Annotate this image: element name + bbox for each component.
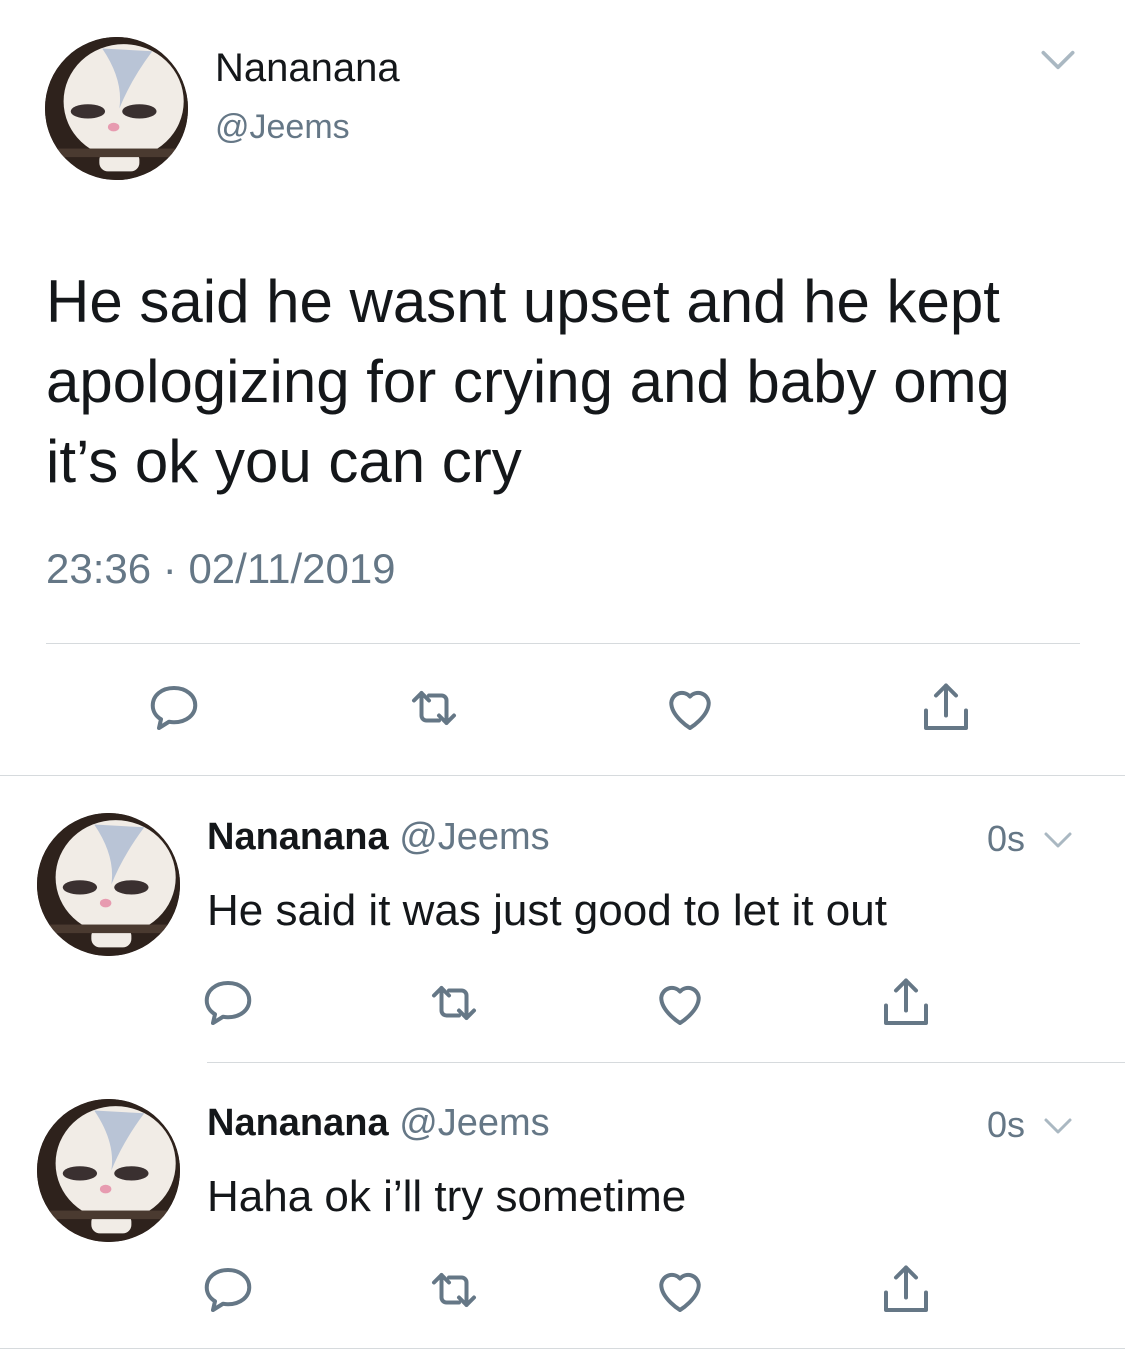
share-icon[interactable] xyxy=(876,973,936,1033)
white-bunny-avatar-icon xyxy=(45,37,188,180)
reply-display-name[interactable]: Nananana xyxy=(207,816,389,858)
reply-avatar[interactable] xyxy=(37,813,180,956)
reply-display-name[interactable]: Nananana xyxy=(207,1102,389,1144)
retweet-icon[interactable] xyxy=(424,1260,484,1320)
chevron-down-icon[interactable] xyxy=(1036,822,1080,858)
main-display-name[interactable]: Nananana xyxy=(215,46,400,91)
chevron-down-icon[interactable] xyxy=(1036,1108,1080,1144)
reply-handle[interactable]: @Jeems xyxy=(399,1102,550,1144)
white-bunny-avatar-icon xyxy=(37,1099,180,1242)
reply-icon[interactable] xyxy=(198,1260,258,1320)
reply-avatar[interactable] xyxy=(37,1099,180,1242)
tweet-time: 23:36 xyxy=(46,545,152,592)
main-tweet-text: He said he wasnt upset and he kept apolo… xyxy=(46,268,1010,495)
share-icon[interactable] xyxy=(916,678,976,738)
reply-timestamp: 0s xyxy=(986,818,1025,859)
reply-text: He said it was just good to let it out xyxy=(207,886,887,935)
divider xyxy=(0,1348,1125,1349)
like-icon[interactable] xyxy=(660,678,720,738)
retweet-icon[interactable] xyxy=(404,678,464,738)
like-icon[interactable] xyxy=(650,973,710,1033)
divider xyxy=(207,1062,1125,1063)
divider xyxy=(46,643,1080,644)
reply-handle[interactable]: @Jeems xyxy=(399,816,550,858)
like-icon[interactable] xyxy=(650,1260,710,1320)
reply-timestamp: 0s xyxy=(986,1104,1025,1145)
reply-text: Haha ok i’ll try sometime xyxy=(207,1172,687,1221)
divider xyxy=(0,775,1125,776)
chevron-down-icon[interactable] xyxy=(1030,38,1086,82)
meta-separator: · xyxy=(162,545,177,592)
retweet-icon[interactable] xyxy=(424,973,484,1033)
reply-icon[interactable] xyxy=(198,973,258,1033)
main-handle[interactable]: @Jeems xyxy=(215,108,350,147)
white-bunny-avatar-icon xyxy=(37,813,180,956)
main-avatar[interactable] xyxy=(45,37,188,180)
main-tweet-meta: 23:36 · 02/11/2019 xyxy=(46,545,396,593)
reply-header: Nananana @Jeems xyxy=(207,1102,550,1145)
share-icon[interactable] xyxy=(876,1260,936,1320)
reply-icon[interactable] xyxy=(144,678,204,738)
reply-header: Nananana @Jeems xyxy=(207,816,550,859)
tweet-date: 02/11/2019 xyxy=(188,545,396,592)
